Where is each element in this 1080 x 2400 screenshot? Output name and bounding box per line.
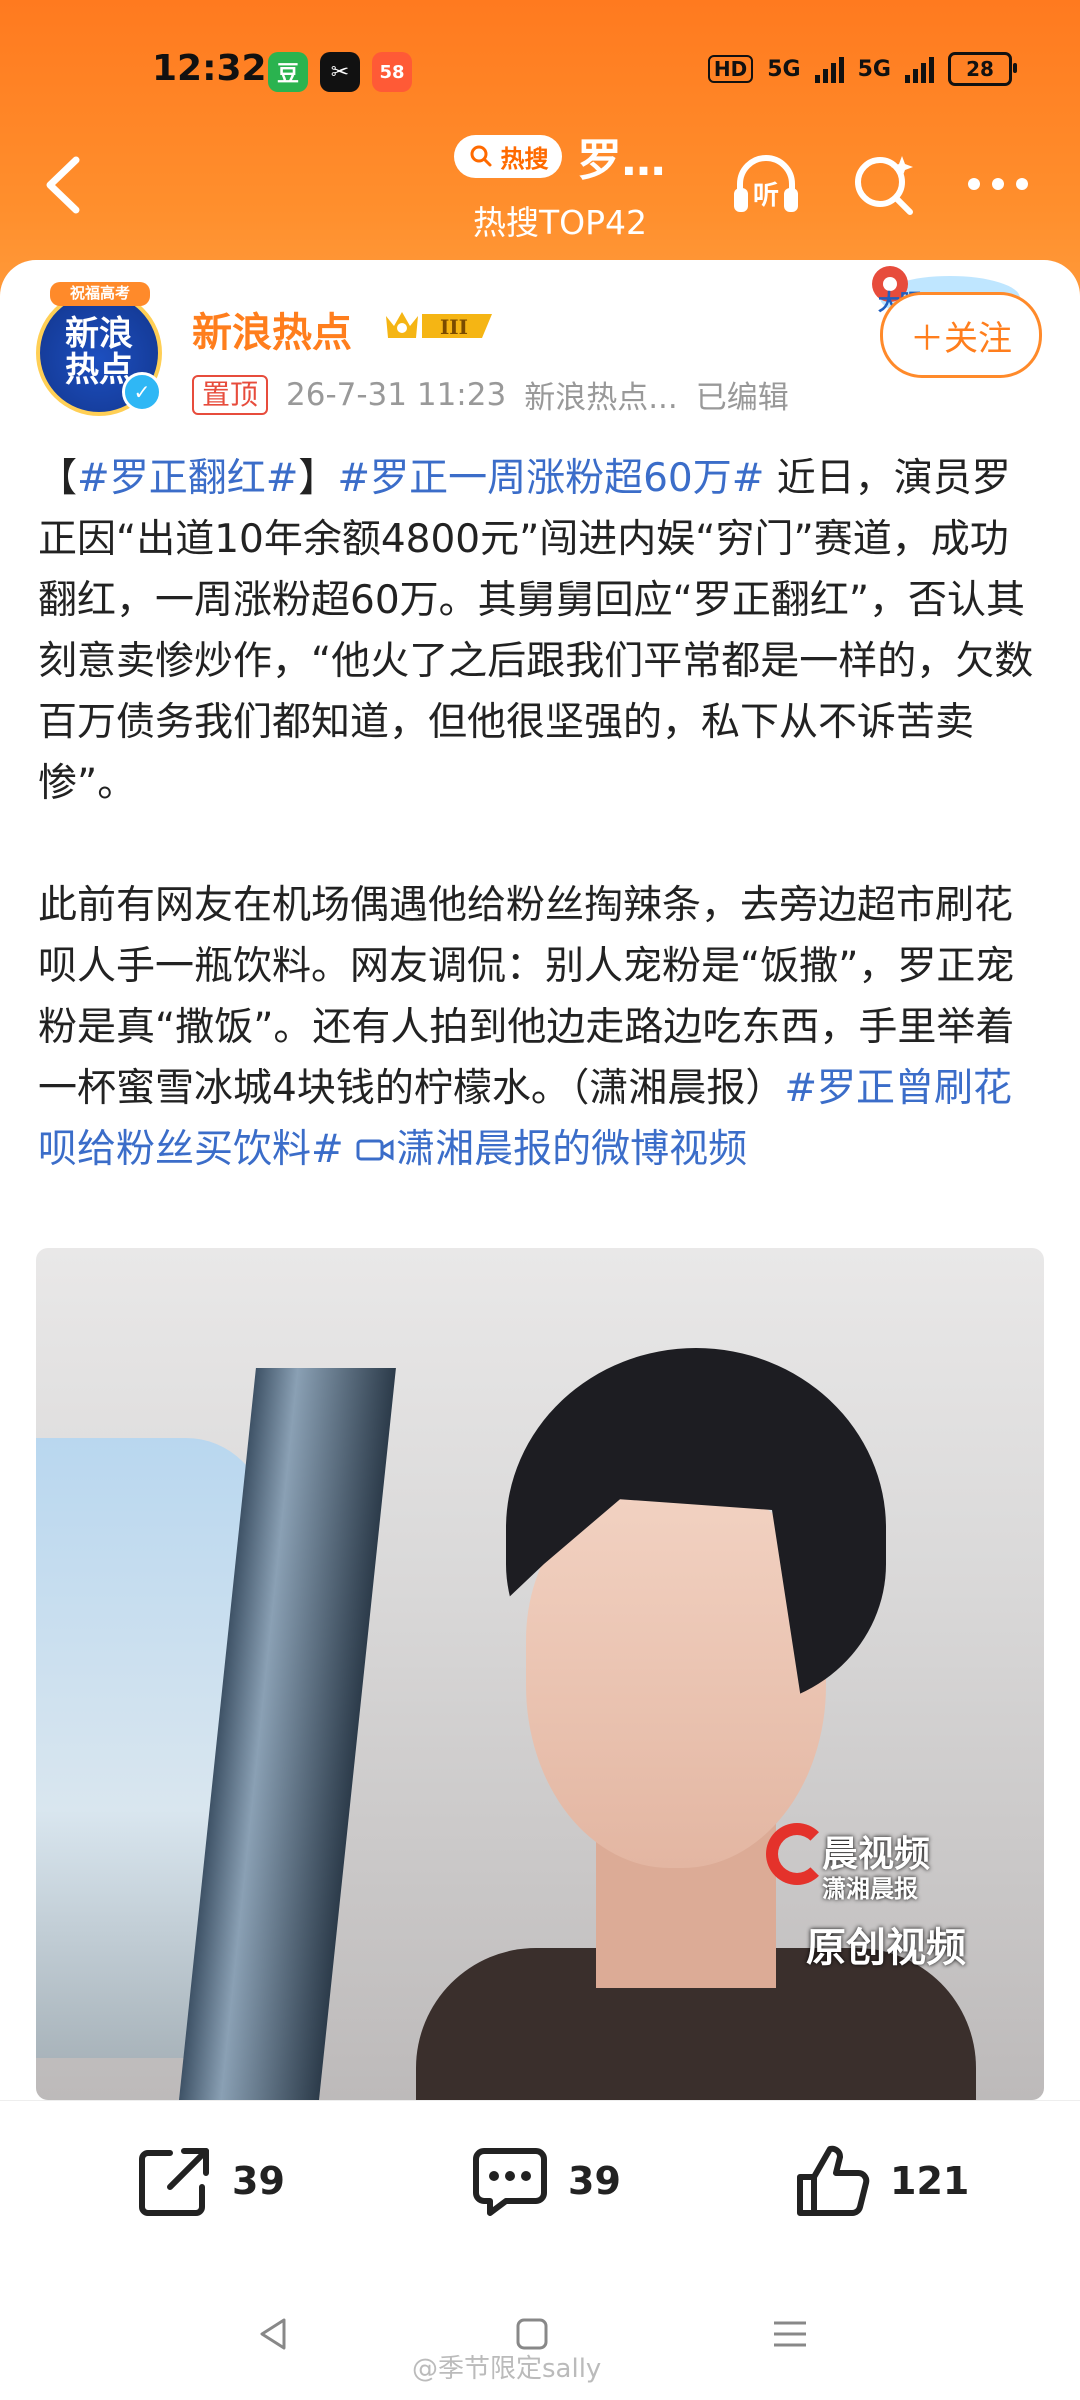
comment-count: 39 [568,2159,621,2203]
level-badge-icon: III [386,312,492,339]
chevron-left-icon [46,156,80,214]
search-sparkle-icon [855,156,913,215]
follow-button[interactable]: ＋关注 [880,292,1042,378]
bracket-open: 【 [38,456,78,501]
video-camera-icon [356,1139,394,1161]
search-icon [470,145,492,167]
hot-search-badge-label: 热搜 [500,144,549,173]
battery-icon: 28 [948,52,1017,86]
signal-icon-2 [905,55,934,83]
hot-search-title[interactable]: 热搜 罗… 热搜TOP42 [410,124,710,244]
video-link[interactable]: 潇湘晨报的微博视频 [344,1127,747,1172]
topic-link-1[interactable]: #罗正翻红# [77,456,298,501]
system-menu-icon[interactable] [770,2314,810,2354]
share-button[interactable]: 39 [134,2141,285,2221]
topic-link-2[interactable]: #罗正一周涨粉超60万# [337,456,764,501]
share-count: 39 [232,2159,285,2203]
more-button[interactable] [958,144,1038,224]
hot-search-rank: 热搜TOP42 [472,203,648,242]
signal-icon [814,55,844,83]
top-nav: 热搜 罗… 热搜TOP42 听 [0,120,1080,250]
network-label-2: 5G [857,56,891,82]
bracket-close: 】 [298,456,338,501]
thumbs-up-icon [797,2145,870,2216]
post-paragraph-2: 此前有网友在机场偶遇他给粉丝掏辣条，去旁边超市刷花呗人手一瓶饮料。网友调侃：别人… [38,875,1038,1180]
comment-button[interactable]: 39 [470,2141,621,2221]
58-app-icon: 58 [372,52,412,92]
hot-search-badge: 热搜 [454,134,563,178]
watermark-line-2: 潇湘晨报 [822,1875,918,1903]
status-time: 12:32 [152,48,267,89]
hd-icon: HD [707,55,754,83]
like-count: 121 [890,2159,970,2203]
avatar-text-line-1: 新浪 [65,314,133,354]
status-indicators: HD 5G 5G 28 [707,52,1017,86]
like-button[interactable]: 121 [792,2141,969,2221]
svg-text:III: III [440,315,468,339]
status-bar: 12:32 豆 ✂ 58 HD 5G 5G 28 [0,0,1080,140]
post-paragraph-1: 【#罗正翻红#】#罗正一周涨粉超60万# 近日，演员罗正因“出道10年余额480… [38,448,1038,814]
verified-icon: ✓ [122,372,162,412]
pinned-badge: 置顶 [192,374,269,415]
action-bar: 39 39 121 [0,2100,1080,2271]
listen-button[interactable]: 听 [726,144,806,224]
comment-icon [473,2148,547,2216]
more-dots-icon [968,178,1028,190]
image-credit: @季节限定sally [412,2354,602,2384]
network-label-1: 5G [767,56,801,82]
hot-search-keyword: 罗… [577,135,666,186]
watermark-line-3: 原创视频 [806,1925,966,1971]
back-button[interactable] [36,150,96,220]
capcut-app-icon: ✂ [320,52,360,92]
video-link-label: 潇湘晨报的微博视频 [396,1127,748,1172]
headphones-icon: 听 [734,155,798,212]
video-player[interactable]: 晨视频 潇湘晨报 原创视频 [36,1248,1044,2100]
edited-label: 已编辑 [695,380,789,416]
post-content: 【#罗正翻红#】#罗正一周涨粉超60万# 近日，演员罗正因“出道10年余额480… [38,448,1038,1180]
channel-logo-icon [766,1823,828,1885]
author-name[interactable]: 新浪热点 [192,300,352,358]
share-icon [139,2148,209,2216]
post-source: 新浪热点... [524,380,678,416]
douban-app-icon: 豆 [268,52,308,92]
system-back-icon[interactable] [254,2314,294,2354]
avatar-banner: 祝福高考 [50,282,150,306]
search-button[interactable] [844,144,924,224]
post-meta: 置顶 26-7-31 11:23 新浪热点... 已编辑 [192,372,789,417]
post-date: 26-7-31 11:23 [286,376,507,413]
author-avatar[interactable]: 祝福高考 新浪 热点 ✓ [36,282,162,416]
paragraph-1-text: 近日，演员罗正因“出道10年余额4800元”闯进内娱“穷门”赛道，成功翻红，一周… [38,456,1034,806]
svg-text:听: 听 [753,181,779,211]
